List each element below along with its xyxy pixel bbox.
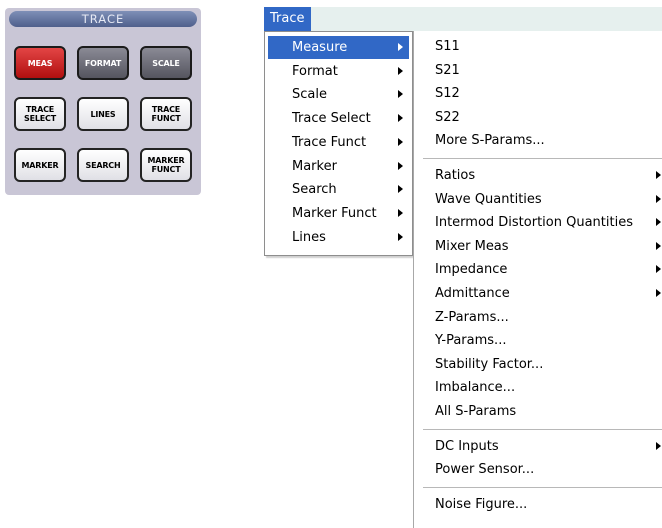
submenu-arrow-icon [398, 208, 403, 217]
submenu-item-s22[interactable]: S22 [414, 106, 662, 129]
menu-item-marker[interactable]: Marker [268, 155, 409, 178]
menu-item-format[interactable]: Format [268, 60, 409, 83]
submenu-item-label: S11 [435, 39, 460, 54]
menu-item-lines[interactable]: Lines [268, 226, 409, 249]
submenu-item-label: Wave Quantities [435, 191, 542, 207]
submenu-item-label: More S-Params... [435, 133, 545, 149]
submenu-item-stability-factor[interactable]: Stability Factor... [414, 353, 662, 376]
submenu-item-label: Ratios [435, 168, 476, 183]
menu-item-label: Lines [292, 229, 326, 245]
submenu-item-y-params[interactable]: Y-Params... [414, 329, 662, 352]
submenu-item-label: Noise Figure... [435, 496, 528, 512]
submenu-item-impedance[interactable]: Impedance [414, 258, 662, 281]
submenu-arrow-icon [656, 218, 661, 227]
menu-item-label: Search [292, 182, 337, 198]
menu-separator [423, 486, 662, 488]
submenu-item-more-s-params[interactable]: More S-Params... [414, 129, 662, 152]
submenu-item-intermod-distortion-quantities[interactable]: Intermod Distortion Quantities [414, 211, 662, 234]
menu-item-marker-funct[interactable]: Marker Funct [268, 202, 409, 225]
submenu-item-noise-figure[interactable]: Noise Figure... [414, 493, 662, 516]
submenu-item-z-params[interactable]: Z-Params... [414, 306, 662, 329]
menu-item-trace-funct[interactable]: Trace Funct [268, 131, 409, 154]
trace-panel-title: TRACE [9, 11, 197, 27]
menu-item-label: Measure [292, 40, 348, 55]
submenu-arrow-icon [398, 185, 403, 194]
meas-key[interactable]: MEAS [14, 46, 66, 80]
submenu-arrow-icon [398, 66, 403, 75]
menu-separator [423, 428, 662, 430]
submenu-item-label: Z-Params... [435, 309, 509, 325]
trace-menu: Measure Format Scale Trace Select Trace Func… [264, 31, 413, 256]
submenu-arrow-icon [398, 43, 403, 51]
submenu-item-label: Impedance [435, 262, 508, 278]
submenu-item-power-sensor[interactable]: Power Sensor... [414, 458, 662, 481]
lines-key-label: LINES [90, 109, 116, 119]
measure-submenu: S11 S21 S12 S22 More S-Params... Ratios Wave Q… [413, 31, 662, 528]
submenu-arrow-icon [656, 171, 661, 179]
menu-item-label: Trace Select [292, 111, 371, 127]
submenu-item-mixer-meas[interactable]: Mixer Meas [414, 235, 662, 258]
menu-item-label: Scale [292, 87, 327, 103]
submenu-item-label: DC Inputs [435, 438, 499, 454]
marker-key[interactable]: MARKER [14, 148, 66, 182]
submenu-item-label: Imbalance... [435, 380, 516, 396]
marker-key-label: MARKER [21, 160, 59, 170]
trace-funct-key-label: TRACE FUNCT [151, 105, 181, 123]
search-key-label: SEARCH [85, 160, 121, 170]
submenu-item-s21[interactable]: S21 [414, 59, 662, 82]
marker-funct-key[interactable]: MARKER FUNCT [140, 148, 192, 182]
submenu-item-dc-inputs[interactable]: DC Inputs [414, 435, 662, 458]
submenu-arrow-icon [656, 194, 661, 203]
submenu-item-s11[interactable]: S11 [414, 35, 662, 58]
submenu-arrow-icon [398, 114, 403, 123]
trace-funct-key[interactable]: TRACE FUNCT [140, 97, 192, 131]
submenu-arrow-icon [656, 289, 661, 297]
trace-key-panel: TRACE MEAS FORMAT SCALE TRACE SELECT LINES TR… [5, 8, 201, 195]
submenu-arrow-icon [656, 441, 661, 450]
submenu-item-label: S12 [435, 86, 460, 102]
submenu-item-label: S21 [435, 62, 460, 78]
submenu-item-label: S22 [435, 109, 460, 125]
submenu-arrow-icon [398, 90, 403, 99]
trace-select-key-label: TRACE SELECT [24, 105, 56, 123]
marker-funct-key-label: MARKER FUNCT [147, 156, 185, 174]
submenu-item-label: Mixer Meas [435, 238, 509, 254]
menu-item-label: Trace Funct [292, 134, 367, 150]
submenu-arrow-icon [398, 161, 403, 170]
submenu-item-label: Power Sensor... [435, 462, 535, 478]
menu-item-search[interactable]: Search [268, 178, 409, 201]
scale-key[interactable]: SCALE [140, 46, 192, 80]
submenu-item-admittance[interactable]: Admittance [414, 282, 662, 305]
submenu-item-all-s-params[interactable]: All S-Params [414, 400, 662, 423]
submenu-item-label: All S-Params [435, 404, 517, 419]
submenu-item-label: Y-Params... [435, 333, 507, 349]
submenu-arrow-icon [656, 265, 661, 274]
submenu-item-label: Intermod Distortion Quantities [435, 215, 633, 231]
submenu-arrow-icon [398, 137, 403, 146]
menu-item-label: Format [292, 63, 338, 79]
menu-item-trace-select[interactable]: Trace Select [268, 107, 409, 130]
submenu-arrow-icon [656, 241, 661, 250]
trace-select-key[interactable]: TRACE SELECT [14, 97, 66, 131]
format-key[interactable]: FORMAT [77, 46, 129, 80]
menu-item-scale[interactable]: Scale [268, 83, 409, 106]
submenu-item-label: Stability Factor... [435, 356, 544, 372]
submenu-arrow-icon [398, 232, 403, 241]
menu-item-label: Marker [292, 158, 337, 174]
submenu-item-ratios[interactable]: Ratios [414, 164, 662, 187]
search-key[interactable]: SEARCH [77, 148, 129, 182]
menu-item-label: Marker Funct [292, 205, 377, 221]
meas-key-label: MEAS [27, 58, 53, 68]
submenu-item-s12[interactable]: S12 [414, 82, 662, 105]
menu-bar: Trace [264, 7, 662, 31]
format-key-label: FORMAT [84, 58, 122, 68]
submenu-item-imbalance[interactable]: Imbalance... [414, 376, 662, 399]
scale-key-label: SCALE [152, 58, 180, 68]
lines-key[interactable]: LINES [77, 97, 129, 131]
menu-item-measure[interactable]: Measure [268, 36, 409, 59]
menu-separator [423, 158, 662, 159]
submenu-item-wave-quantities[interactable]: Wave Quantities [414, 188, 662, 211]
menu-bar-trace[interactable]: Trace [264, 7, 311, 31]
submenu-item-label: Admittance [435, 286, 510, 301]
